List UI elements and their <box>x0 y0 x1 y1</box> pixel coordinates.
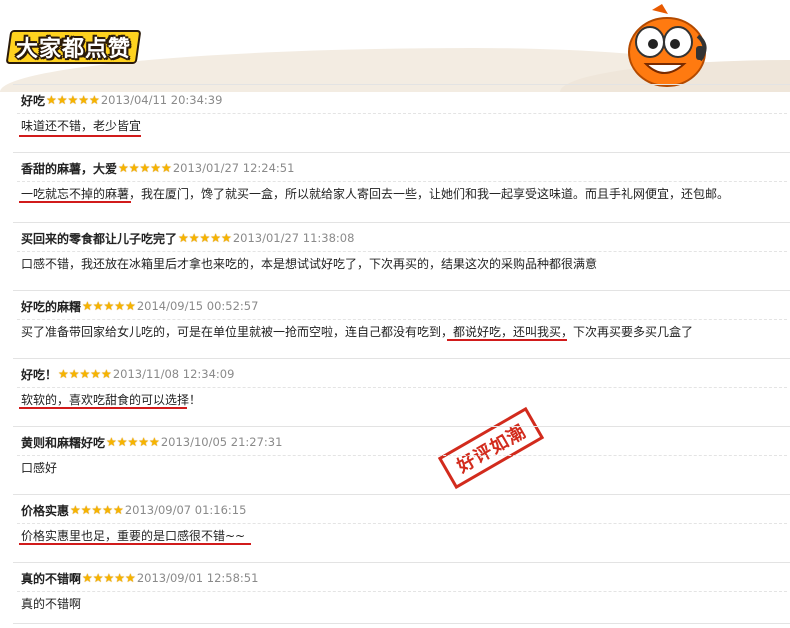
divider <box>17 455 787 456</box>
review-title: 好吃的麻糬 <box>21 299 82 314</box>
review-date: 2013/11/08 12:34:09 <box>112 367 235 381</box>
review-item: 黄则和麻糬好吃 ★★★★★ 2013/10/05 21:27:31 口感好 <box>13 426 790 487</box>
review-text: 真的不错啊 <box>21 597 82 611</box>
mascot-icon <box>628 4 707 87</box>
rating-stars-icon: ★★★★★ <box>46 93 100 107</box>
highlight-underline <box>19 135 141 137</box>
highlight-underline <box>447 339 567 341</box>
review-item: 香甜的麻薯，大爱 ★★★★★ 2013/01/27 12:24:51 一吃就忘不… <box>13 152 790 213</box>
review-date: 2013/01/27 12:24:51 <box>172 161 295 175</box>
highlight-underline <box>19 543 251 545</box>
review-date: 2013/10/05 21:27:31 <box>160 435 283 449</box>
review-item: 价格实惠 ★★★★★ 2013/09/07 01:16:15 价格实惠里也足，重… <box>13 494 790 555</box>
review-date: 2013/09/07 01:16:15 <box>124 503 247 517</box>
rating-stars-icon: ★★★★★ <box>106 435 160 449</box>
review-title: 好吃 <box>21 93 46 108</box>
rating-stars-icon: ★★★★★ <box>58 367 112 381</box>
review-title: 价格实惠 <box>21 503 70 518</box>
review-date: 2013/04/11 20:34:39 <box>100 93 223 107</box>
rating-stars-icon: ★★★★★ <box>70 503 124 517</box>
review-item: 真的不错啊 ★★★★★ 2013/09/01 12:58:51 真的不错啊 <box>13 562 790 624</box>
review-text: 一吃就忘不掉的麻薯，我在厦门，馋了就买一盒，所以就给家人寄回去一些，让她们和我一… <box>21 187 730 201</box>
review-date: 2014/09/15 00:52:57 <box>136 299 259 313</box>
review-text: 价格实惠里也足，重要的是口感很不错~~ <box>21 529 246 543</box>
divider <box>17 523 787 524</box>
review-title: 香甜的麻薯，大爱 <box>21 161 118 176</box>
review-text: 软软的，喜欢吃甜食的可以选择！ <box>21 393 202 407</box>
header-band: 大家都点赞 <box>0 0 790 92</box>
review-title: 黄则和麻糬好吃 <box>21 435 106 450</box>
review-text: 口感不错，我还放在冰箱里后才拿也来吃的，本是想试试好吃了，下次再买的，结果这次的… <box>21 257 598 271</box>
review-item: 好吃 ★★★★★ 2013/04/11 20:34:39 味道还不错，老少皆宜 <box>13 84 790 145</box>
divider <box>17 113 787 114</box>
divider <box>17 181 787 182</box>
review-date: 2013/01/27 11:38:08 <box>232 231 355 245</box>
section-title: 大家都点赞 <box>16 37 132 62</box>
divider <box>17 387 787 388</box>
highlight-underline <box>19 201 131 203</box>
review-item: 好吃！ ★★★★★ 2013/11/08 12:34:09 软软的，喜欢吃甜食的… <box>13 358 790 419</box>
divider <box>17 251 787 252</box>
divider <box>17 591 787 592</box>
rating-stars-icon: ★★★★★ <box>118 161 172 175</box>
review-title: 好吃！ <box>21 367 58 382</box>
highlight-underline <box>19 407 187 409</box>
review-date: 2013/09/01 12:58:51 <box>136 571 259 585</box>
divider <box>17 319 787 320</box>
review-item: 买回来的零食都让儿子吃完了 ★★★★★ 2013/01/27 11:38:08 … <box>13 222 790 283</box>
review-title: 真的不错啊 <box>21 571 82 586</box>
rating-stars-icon: ★★★★★ <box>82 571 136 585</box>
rating-stars-icon: ★★★★★ <box>82 299 136 313</box>
review-text: 味道还不错，老少皆宜 <box>21 119 142 133</box>
review-text: 口感好 <box>21 461 58 475</box>
rating-stars-icon: ★★★★★ <box>178 231 232 245</box>
section-title-badge: 大家都点赞 <box>5 30 142 64</box>
review-item: 好吃的麻糬 ★★★★★ 2014/09/15 00:52:57 买了准备带回家给… <box>13 290 790 351</box>
review-text: 买了准备带回家给女儿吃的，可是在单位里就被一抢而空啦，连自己都没有吃到，都说好吃… <box>21 325 694 339</box>
review-title: 买回来的零食都让儿子吃完了 <box>21 231 178 246</box>
